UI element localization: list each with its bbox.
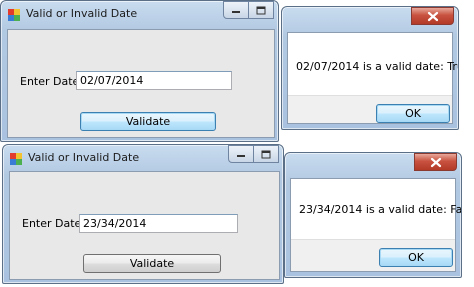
window-title: Valid or Invalid Date: [26, 7, 138, 20]
message-body: 02/07/2014 is a valid date: True: [288, 33, 458, 95]
message-text: 23/34/2014 is a valid date: False: [299, 203, 462, 216]
message-footer: OK: [291, 239, 455, 271]
title-bar[interactable]: [285, 153, 461, 181]
maximize-button[interactable]: [248, 1, 274, 19]
caption-buttons: [411, 7, 454, 25]
validate-button[interactable]: Validate: [80, 112, 216, 131]
message-body: 23/34/2014 is a valid date: False: [291, 179, 461, 239]
close-icon: [427, 11, 438, 21]
minimize-icon: [232, 11, 240, 13]
message-client-area: 23/34/2014 is a valid date: False OK: [290, 178, 461, 272]
ok-button[interactable]: OK: [379, 248, 453, 267]
form-window-top: Valid or Invalid Date Enter Date: 02/07/…: [0, 0, 279, 142]
maximize-icon: [256, 6, 266, 14]
minimize-icon: [237, 155, 245, 157]
maximize-button[interactable]: [253, 145, 279, 163]
date-input[interactable]: 02/07/2014: [76, 71, 232, 90]
enter-date-label: Enter Date:: [20, 75, 84, 88]
ok-button[interactable]: OK: [376, 104, 450, 123]
form-app-icon: [8, 9, 20, 21]
form-app-icon: [10, 153, 22, 165]
close-button[interactable]: [414, 153, 457, 171]
minimize-button[interactable]: [223, 1, 249, 19]
window-title: Valid or Invalid Date: [28, 151, 140, 164]
enter-date-label: Enter Date:: [22, 217, 86, 230]
title-bar[interactable]: Valid or Invalid Date: [1, 1, 278, 29]
caption-buttons: [414, 153, 457, 171]
close-icon: [430, 157, 441, 167]
title-bar[interactable]: [282, 7, 458, 35]
message-text: 02/07/2014 is a valid date: True: [296, 60, 459, 73]
message-client-area: 02/07/2014 is a valid date: True OK: [287, 32, 458, 124]
validate-button[interactable]: Validate: [83, 254, 221, 273]
title-bar[interactable]: Valid or Invalid Date: [3, 145, 283, 173]
caption-buttons: [223, 1, 274, 19]
form-client-area: Enter Date: 02/07/2014 Validate: [7, 29, 275, 138]
caption-buttons: [228, 145, 279, 163]
maximize-icon: [261, 150, 271, 158]
message-box-bottom: 23/34/2014 is a valid date: False OK: [284, 152, 462, 278]
message-footer: OK: [288, 95, 452, 123]
close-button[interactable]: [411, 7, 454, 25]
minimize-button[interactable]: [228, 145, 254, 163]
date-input[interactable]: 23/34/2014: [79, 214, 238, 233]
message-box-top: 02/07/2014 is a valid date: True OK: [281, 6, 459, 130]
form-client-area: Enter Date: 23/34/2014 Validate: [9, 171, 280, 280]
form-window-bottom: Valid or Invalid Date Enter Date: 23/34/…: [2, 144, 284, 284]
